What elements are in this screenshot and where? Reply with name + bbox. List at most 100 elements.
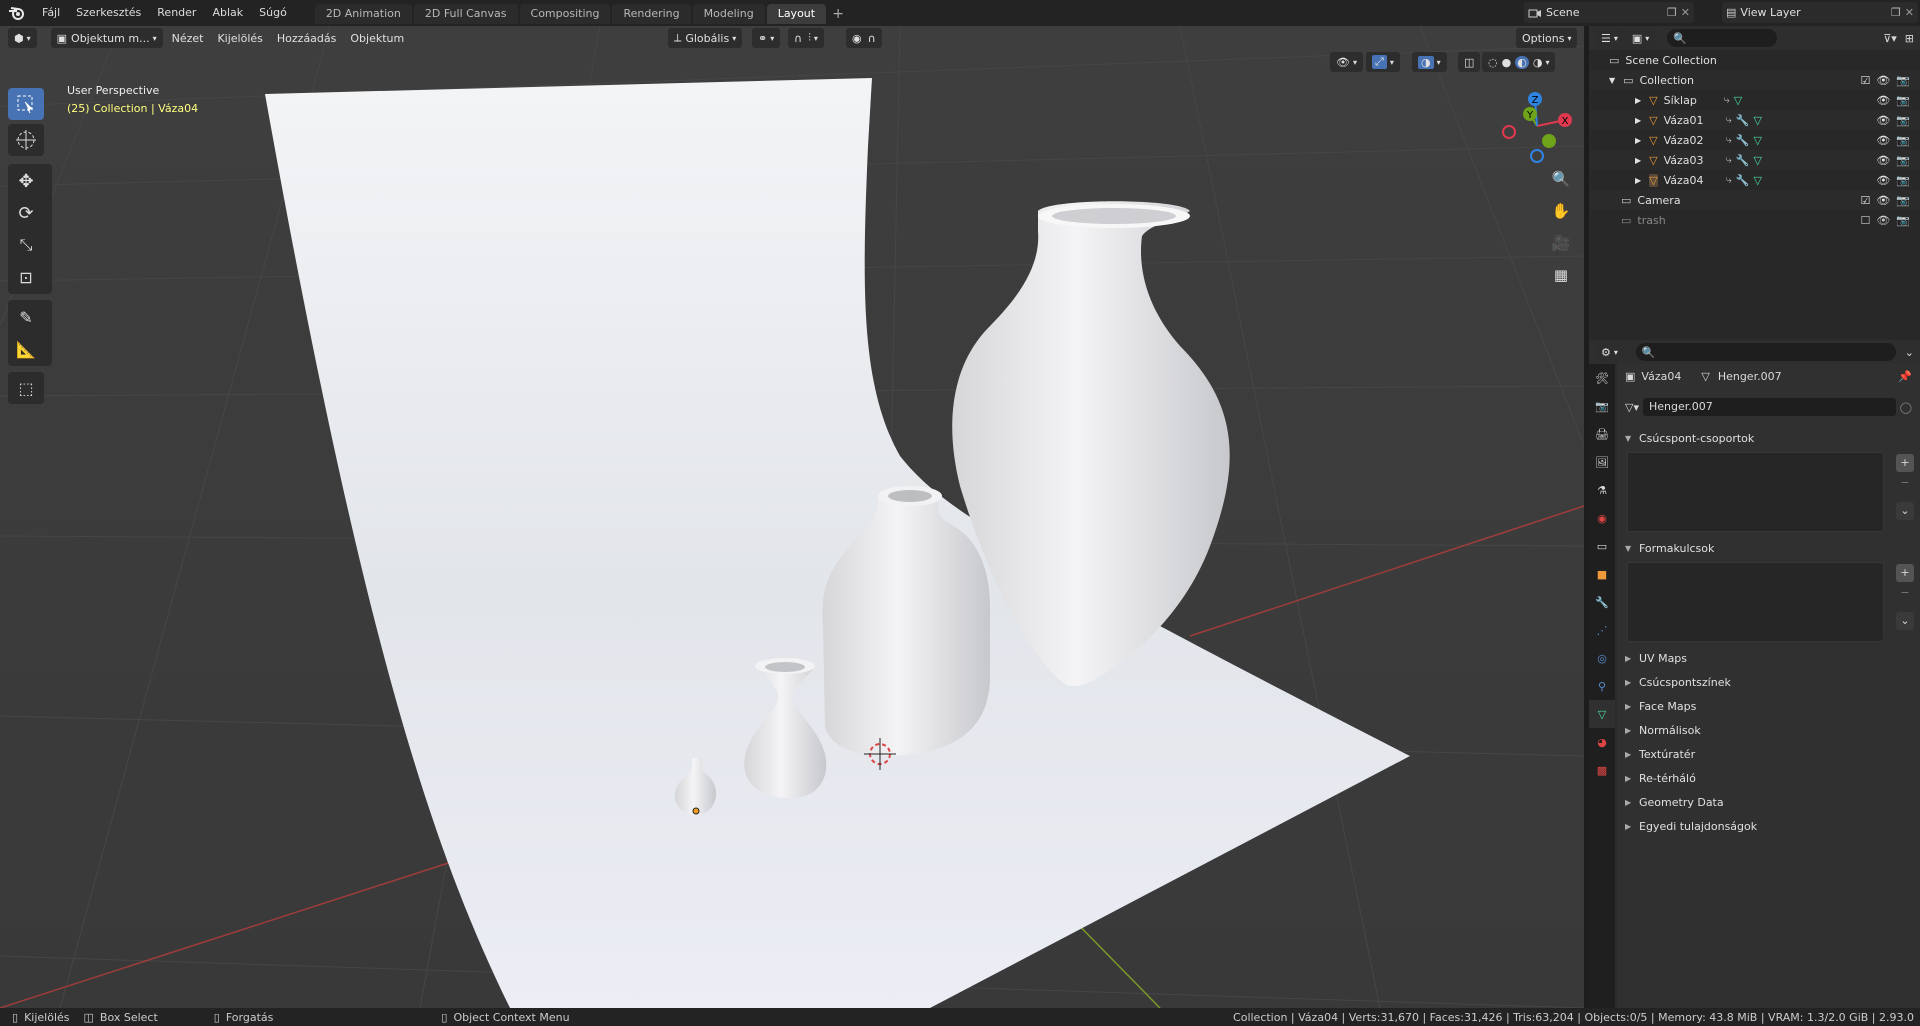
snap-toggle[interactable]: ∩ ⫶ ▾ [788,28,824,48]
tab-render[interactable]: 📷 [1589,392,1615,420]
xray-toggle[interactable]: ◫ [1458,52,1481,72]
tab-2d-animation[interactable]: 2D Animation [314,4,412,24]
tab-world[interactable]: ◉ [1589,504,1615,532]
panel-options-icon[interactable]: ⌄ [1905,346,1914,359]
editor-type-button[interactable]: ⬢ ▾ [8,28,37,48]
tab-tool[interactable]: 🛠 [1589,364,1615,392]
expand-icon[interactable]: ▼ [1609,76,1615,85]
copy-scene-icon[interactable]: ❐ [1667,6,1677,19]
shape-keys-listbox[interactable] [1627,562,1884,642]
remove-shape-key-button[interactable]: − [1896,584,1914,602]
tab-collection[interactable]: ▭ [1589,532,1615,560]
blender-logo-icon[interactable] [0,0,34,26]
section-custom-properties[interactable]: ▶ Egyedi tulajdonságok [1617,814,1920,838]
menu-edit[interactable]: Szerkesztés [68,0,149,26]
solid-shading-icon[interactable]: ● [1502,56,1512,69]
outliner-row-trash[interactable]: ▭ trash ☐ 👁 📷 [1589,210,1920,230]
tab-modifiers[interactable]: 🔧 [1589,588,1615,616]
section-remesh[interactable]: ▶ Re-térháló [1617,766,1920,790]
select-box-tool[interactable] [8,88,44,120]
scale-tool[interactable]: ⤡ [8,229,44,261]
rotate-tool[interactable]: ⟳ [8,197,44,229]
pivot-point-dropdown[interactable]: ⚭ ▾ [752,28,781,48]
outliner-row-vaza02[interactable]: ▶ ▽ Váza02 ⤷ 🔧 ▽ 👁 📷 [1589,130,1920,150]
section-uv-maps[interactable]: ▶ UV Maps [1617,646,1920,670]
remove-vertex-group-button[interactable]: − [1896,474,1914,492]
checkbox-icon[interactable]: ☑ [1860,194,1870,207]
outliner-row-siklap[interactable]: ▶ ▽ Síklap ⤷ ▽ 👁 📷 [1589,90,1920,110]
add-shape-key-button[interactable]: + [1896,564,1914,582]
checkbox-empty-icon[interactable]: ☐ [1860,214,1870,227]
camera-render-icon[interactable]: 📷 [1896,94,1910,107]
move-tool[interactable]: ✥ [8,165,44,197]
scene-selector[interactable]: Scene ❐ ✕ [1524,2,1694,23]
pin-icon[interactable]: 📌 [1898,370,1912,383]
outliner-editor-type[interactable]: ☰ ▾ [1595,28,1624,48]
outliner-row-vaza01[interactable]: ▶ ▽ Váza01 ⤷ 🔧 ▽ 👁 📷 [1589,110,1920,130]
wireframe-shading-icon[interactable]: ◌ [1488,56,1498,69]
tab-physics[interactable]: ◎ [1589,644,1615,672]
camera-render-icon[interactable]: 📷 [1896,154,1910,167]
tab-material[interactable]: ◕ [1589,728,1615,756]
rendered-shading-icon[interactable]: ◑ [1533,56,1543,69]
menu-object[interactable]: Objektum [343,32,411,45]
tab-scene[interactable]: ⚗ [1589,476,1615,504]
gizmo-toggle[interactable]: ⤢ ▾ [1366,52,1400,72]
menu-window[interactable]: Ablak [204,0,251,26]
shape-keys-menu-icon[interactable]: ⌄ [1896,612,1914,630]
close-view-layer-icon[interactable]: ✕ [1905,6,1914,19]
fake-user-icon[interactable]: ◯ [1900,401,1912,414]
camera-render-icon[interactable]: 📷 [1896,74,1910,87]
menu-file[interactable]: Fájl [34,0,68,26]
close-scene-icon[interactable]: ✕ [1681,6,1690,19]
camera-render-icon[interactable]: 📷 [1896,114,1910,127]
view-layer-selector[interactable]: ▤ View Layer ❐ ✕ [1722,2,1918,23]
expand-icon[interactable]: ▶ [1635,136,1641,145]
tab-layout[interactable]: Layout [766,4,827,24]
eye-icon[interactable]: 👁 [1876,154,1890,167]
eye-icon[interactable]: 👁 [1876,114,1890,127]
tab-constraints[interactable]: ⚲ [1589,672,1615,700]
menu-view[interactable]: Nézet [165,32,211,45]
camera-view-icon[interactable]: 🎥 [1548,230,1574,256]
zoom-icon[interactable]: 🔍 [1548,166,1574,192]
filter-icon[interactable]: ⊽▾ [1883,32,1897,45]
new-collection-icon[interactable]: ⊞ [1905,32,1914,45]
camera-render-icon[interactable]: 📷 [1896,194,1910,207]
object-mode-dropdown[interactable]: ▣ Objektum m... ▾ [50,28,163,48]
menu-select[interactable]: Kijelölés [210,32,269,45]
camera-render-icon[interactable]: 📷 [1896,214,1910,227]
checkbox-icon[interactable]: ☑ [1860,74,1870,87]
properties-search-field[interactable]: 🔍 [1635,343,1896,361]
outliner-row-camera[interactable]: ▭ Camera ☑ 👁 📷 [1589,190,1920,210]
display-mode-dropdown[interactable]: ▣ ▾ [1625,28,1656,48]
eye-icon[interactable]: 👁 [1876,174,1890,187]
expand-icon[interactable]: ▶ [1635,176,1641,185]
section-vertex-groups[interactable]: ▼ Csúcspont-csoportok [1617,426,1920,450]
tab-output[interactable]: 🖨 [1589,420,1615,448]
camera-render-icon[interactable]: 📷 [1896,134,1910,147]
eye-icon[interactable]: 👁 [1876,214,1890,227]
annotate-tool[interactable]: ✎ [8,301,44,333]
mesh-name-field[interactable]: Henger.007 [1642,398,1896,416]
tab-modeling[interactable]: Modeling [692,4,765,24]
menu-add[interactable]: Hozzáadás [270,32,344,45]
tab-compositing[interactable]: Compositing [519,4,611,24]
menu-help[interactable]: Súgó [251,0,295,26]
outliner-row-scene-collection[interactable]: ▭ Scene Collection [1589,50,1920,70]
add-cube-tool[interactable]: ⬚ [8,372,44,404]
section-color-attributes[interactable]: ▶ Csúcspontszínek [1617,670,1920,694]
expand-icon[interactable]: ▶ [1635,156,1641,165]
navigation-gizmo[interactable]: X Y Z [1497,86,1577,166]
tab-view-layer[interactable]: 🖼 [1589,448,1615,476]
eye-icon[interactable]: 👁 [1876,74,1890,87]
section-normals[interactable]: ▶ Normálisok [1617,718,1920,742]
vertex-groups-listbox[interactable] [1627,452,1884,532]
add-vertex-group-button[interactable]: + [1896,454,1914,472]
tab-texture[interactable]: ▩ [1589,756,1615,784]
eye-icon[interactable]: 👁 [1876,134,1890,147]
menu-render[interactable]: Render [149,0,204,26]
section-geometry-data[interactable]: ▶ Geometry Data [1617,790,1920,814]
measure-tool[interactable]: 📐 [8,333,44,365]
mesh-browse-button[interactable]: ▽▾ [1625,401,1639,414]
